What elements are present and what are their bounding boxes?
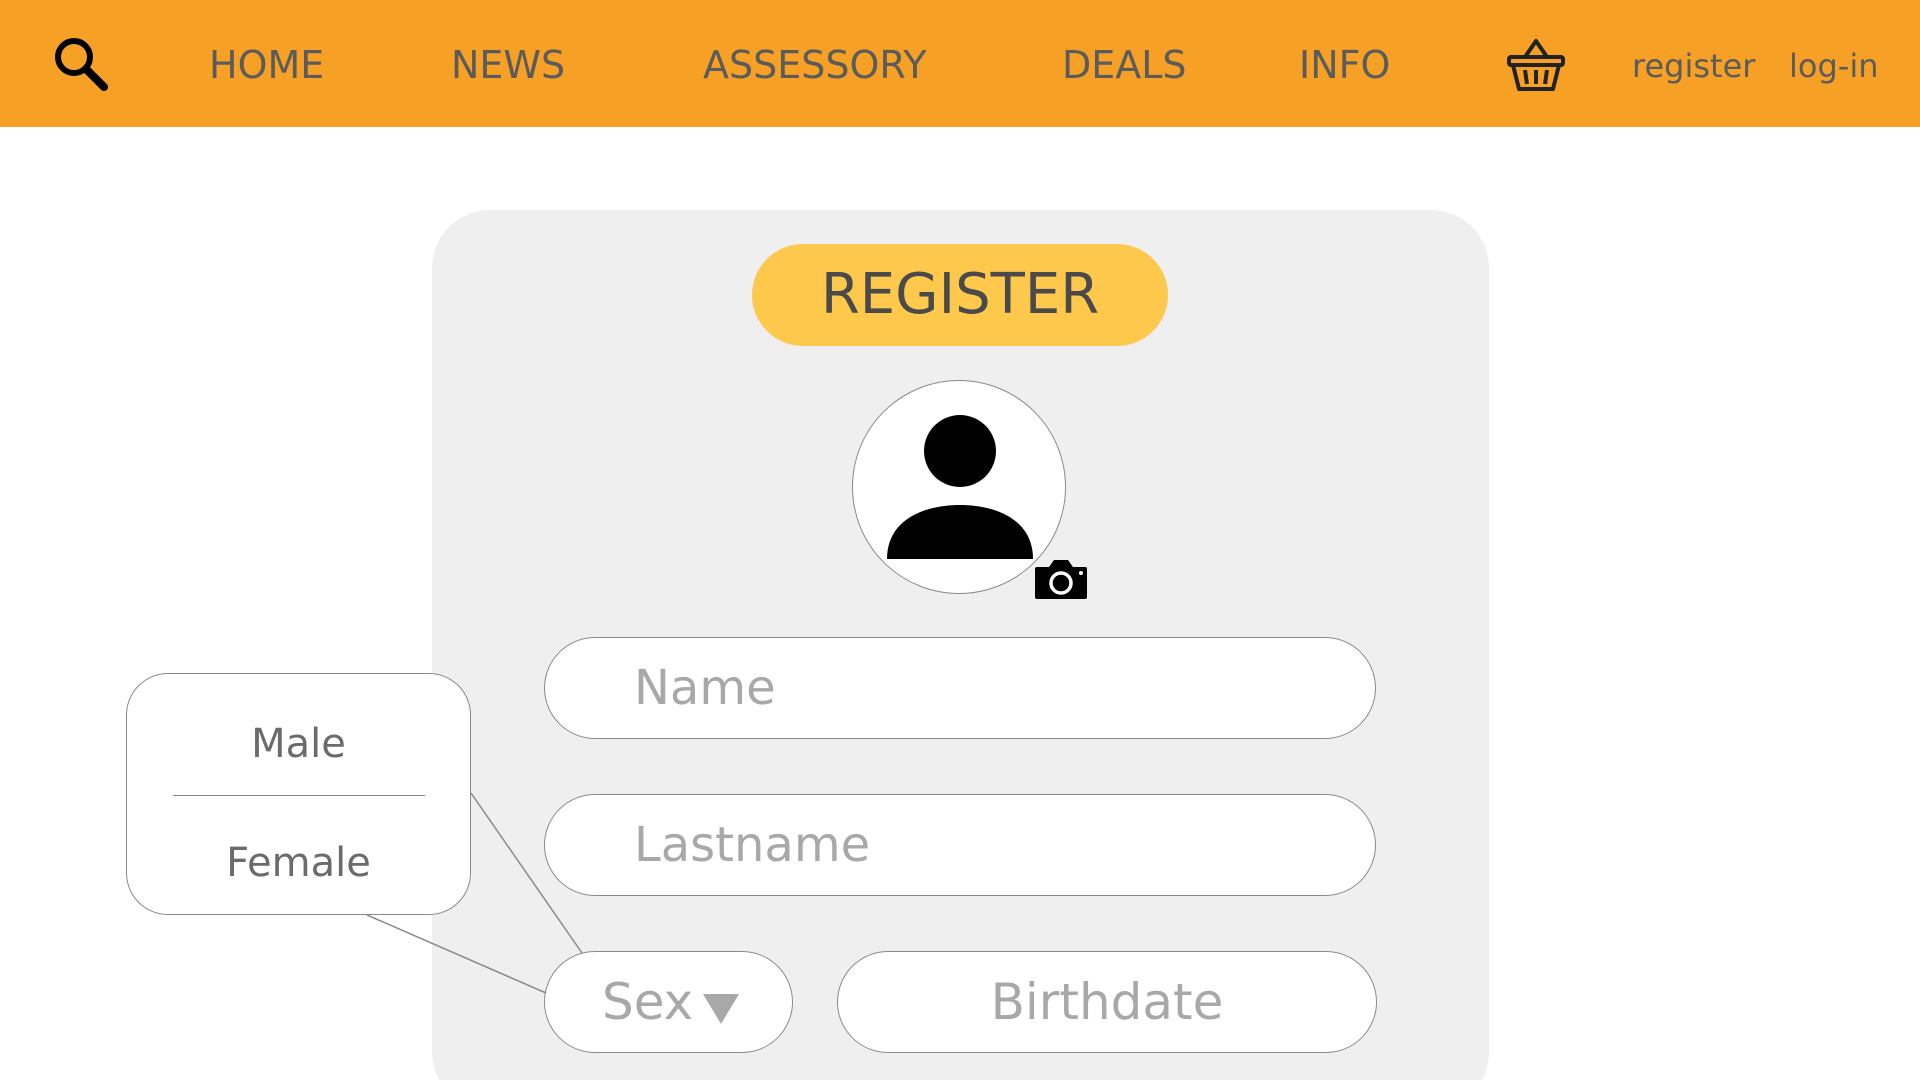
sex-option-male[interactable]: Male [127,718,470,770]
sex-option-female[interactable]: Female [127,837,470,889]
lastname-field[interactable] [544,794,1376,896]
birthdate-field[interactable] [837,951,1377,1053]
nav-item-home[interactable]: HOME [209,40,324,90]
option-divider [173,795,425,796]
search-icon[interactable] [50,33,112,95]
page: HOME NEWS ASSESSORY DEALS INFO register … [0,0,1920,1080]
register-link[interactable]: register [1632,44,1755,88]
nav-item-info[interactable]: INFO [1299,40,1390,90]
dropdown-triangle-icon [703,994,739,1024]
login-link[interactable]: log-in [1789,44,1879,88]
register-title: REGISTER [752,244,1168,346]
nav-item-accessory[interactable]: ASSESSORY [703,40,927,90]
sex-dropdown-menu: Male Female [126,673,471,915]
sex-select-label: Sex [602,973,694,1031]
camera-icon[interactable] [1033,555,1089,601]
sex-select[interactable]: Sex [544,951,793,1053]
nav-item-deals[interactable]: DEALS [1062,40,1187,90]
name-field[interactable] [544,637,1376,739]
basket-icon[interactable] [1505,35,1567,95]
nav-item-news[interactable]: NEWS [451,40,565,90]
top-nav-bar: HOME NEWS ASSESSORY DEALS INFO register … [0,0,1920,127]
